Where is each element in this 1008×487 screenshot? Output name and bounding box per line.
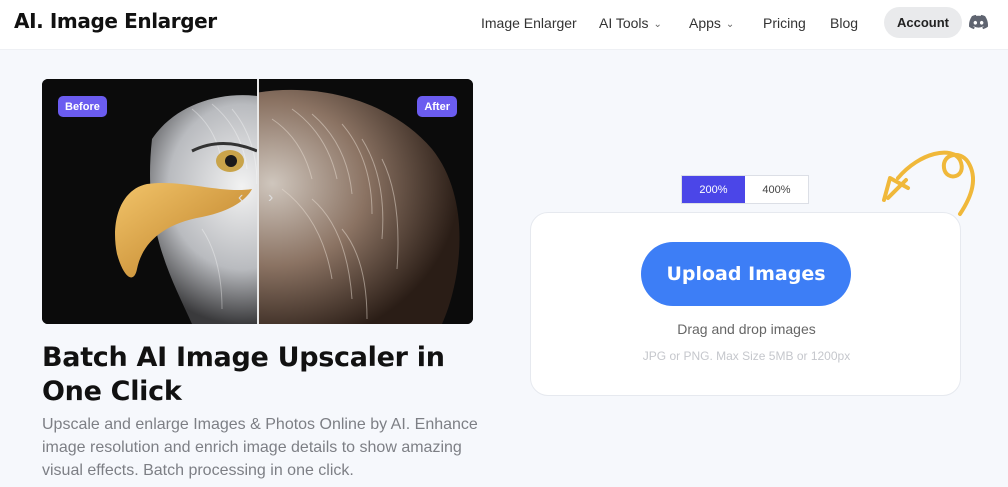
nav-apps[interactable]: Apps ⌄ [689,15,734,31]
discord-icon[interactable] [969,14,988,30]
before-badge: Before [58,96,107,117]
nav-ai-tools[interactable]: AI Tools ⌄ [599,15,662,31]
upload-images-button[interactable]: Upload Images [641,242,851,306]
scale-option-400[interactable]: 400% [745,176,808,203]
page-description: Upscale and enlarge Images & Photos Onli… [42,416,478,479]
nav-image-enlarger-label: Image Enlarger [481,15,577,31]
nav-pricing[interactable]: Pricing [763,15,806,31]
drag-drop-text: Drag and drop images [677,321,816,337]
nav-blog-label: Blog [830,15,859,31]
chevron-down-icon: ⌄ [653,19,662,30]
before-after-comparison[interactable]: ‹ › Before After [42,79,473,324]
chevron-right-icon: › [268,189,274,206]
top-header: AI. Image Enlarger Image Enlarger AI Too… [0,0,1008,50]
nav-ai-tools-label: AI Tools [599,15,649,31]
curved-arrow-doodle [882,150,976,216]
nav-pricing-label: Pricing [763,15,806,31]
page-title: Batch AI Image Upscaler in One Click [42,342,445,407]
upload-dropzone[interactable]: Upload Images Drag and drop images JPG o… [530,212,961,396]
nav-blog[interactable]: Blog [830,15,858,31]
after-badge: After [417,96,457,117]
scale-option-200[interactable]: 200% [682,176,745,203]
chevron-down-icon: ⌄ [725,19,735,30]
nav-image-enlarger[interactable]: Image Enlarger [481,15,577,31]
site-logo[interactable]: AI. Image Enlarger [14,9,217,33]
file-requirements-hint: JPG or PNG. Max Size 5MB or 1200px [642,349,851,363]
compare-slider-handle[interactable] [257,79,259,324]
nav-apps-label: Apps [689,15,721,31]
account-button[interactable]: Account [884,7,962,38]
chevron-left-icon: ‹ [238,189,244,206]
scale-selector: 200% 400% [681,175,809,204]
